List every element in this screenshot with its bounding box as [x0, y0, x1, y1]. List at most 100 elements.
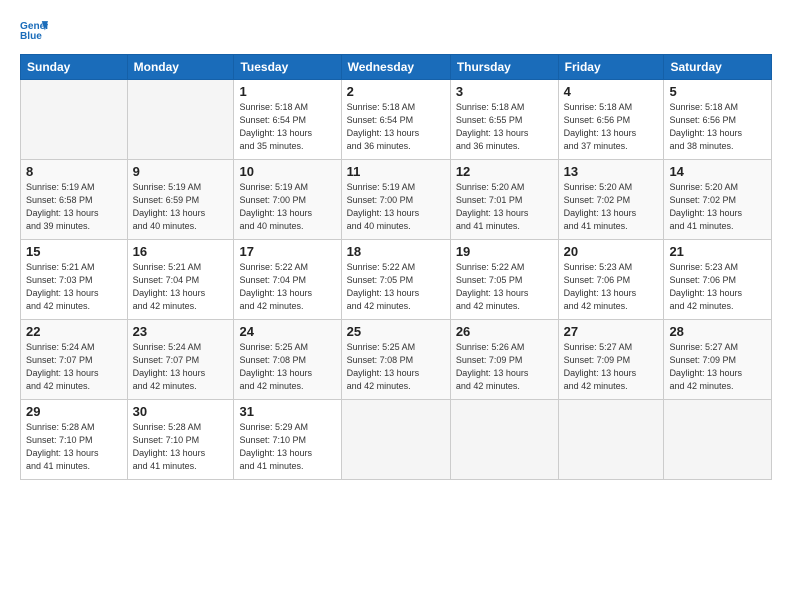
day-number: 24	[239, 324, 335, 339]
calendar-cell: 25 Sunrise: 5:25 AMSunset: 7:08 PMDaylig…	[341, 320, 450, 400]
calendar-header-row: SundayMondayTuesdayWednesdayThursdayFrid…	[21, 55, 772, 80]
calendar-header-wednesday: Wednesday	[341, 55, 450, 80]
calendar-cell: 10 Sunrise: 5:19 AMSunset: 7:00 PMDaylig…	[234, 160, 341, 240]
calendar-cell: 14 Sunrise: 5:20 AMSunset: 7:02 PMDaylig…	[664, 160, 772, 240]
calendar-week-0: 1 Sunrise: 5:18 AMSunset: 6:54 PMDayligh…	[21, 80, 772, 160]
calendar-cell: 19 Sunrise: 5:22 AMSunset: 7:05 PMDaylig…	[450, 240, 558, 320]
calendar-cell	[558, 400, 664, 480]
calendar-cell: 11 Sunrise: 5:19 AMSunset: 7:00 PMDaylig…	[341, 160, 450, 240]
day-info: Sunrise: 5:21 AMSunset: 7:04 PMDaylight:…	[133, 262, 206, 311]
calendar-cell: 18 Sunrise: 5:22 AMSunset: 7:05 PMDaylig…	[341, 240, 450, 320]
day-number: 17	[239, 244, 335, 259]
day-number: 10	[239, 164, 335, 179]
calendar-cell: 30 Sunrise: 5:28 AMSunset: 7:10 PMDaylig…	[127, 400, 234, 480]
day-number: 15	[26, 244, 122, 259]
day-info: Sunrise: 5:19 AMSunset: 7:00 PMDaylight:…	[347, 182, 420, 231]
calendar-cell: 13 Sunrise: 5:20 AMSunset: 7:02 PMDaylig…	[558, 160, 664, 240]
day-number: 2	[347, 84, 445, 99]
day-info: Sunrise: 5:19 AMSunset: 6:59 PMDaylight:…	[133, 182, 206, 231]
day-info: Sunrise: 5:19 AMSunset: 6:58 PMDaylight:…	[26, 182, 99, 231]
day-info: Sunrise: 5:25 AMSunset: 7:08 PMDaylight:…	[239, 342, 312, 391]
calendar-cell: 21 Sunrise: 5:23 AMSunset: 7:06 PMDaylig…	[664, 240, 772, 320]
calendar-cell: 22 Sunrise: 5:24 AMSunset: 7:07 PMDaylig…	[21, 320, 128, 400]
logo-icon: General Blue	[20, 18, 48, 46]
calendar-cell: 8 Sunrise: 5:19 AMSunset: 6:58 PMDayligh…	[21, 160, 128, 240]
calendar-cell	[127, 80, 234, 160]
calendar-week-2: 15 Sunrise: 5:21 AMSunset: 7:03 PMDaylig…	[21, 240, 772, 320]
calendar-cell	[21, 80, 128, 160]
header: General Blue	[20, 18, 772, 46]
day-info: Sunrise: 5:23 AMSunset: 7:06 PMDaylight:…	[669, 262, 742, 311]
day-number: 29	[26, 404, 122, 419]
calendar-cell	[450, 400, 558, 480]
calendar-cell: 9 Sunrise: 5:19 AMSunset: 6:59 PMDayligh…	[127, 160, 234, 240]
day-number: 26	[456, 324, 553, 339]
calendar-cell: 28 Sunrise: 5:27 AMSunset: 7:09 PMDaylig…	[664, 320, 772, 400]
calendar-header-monday: Monday	[127, 55, 234, 80]
day-number: 3	[456, 84, 553, 99]
calendar-week-1: 8 Sunrise: 5:19 AMSunset: 6:58 PMDayligh…	[21, 160, 772, 240]
day-number: 8	[26, 164, 122, 179]
day-number: 28	[669, 324, 766, 339]
day-info: Sunrise: 5:27 AMSunset: 7:09 PMDaylight:…	[564, 342, 637, 391]
day-number: 20	[564, 244, 659, 259]
calendar-cell: 20 Sunrise: 5:23 AMSunset: 7:06 PMDaylig…	[558, 240, 664, 320]
day-info: Sunrise: 5:27 AMSunset: 7:09 PMDaylight:…	[669, 342, 742, 391]
calendar-header-saturday: Saturday	[664, 55, 772, 80]
calendar-table: SundayMondayTuesdayWednesdayThursdayFrid…	[20, 54, 772, 480]
day-number: 21	[669, 244, 766, 259]
day-info: Sunrise: 5:20 AMSunset: 7:02 PMDaylight:…	[669, 182, 742, 231]
calendar-cell: 26 Sunrise: 5:26 AMSunset: 7:09 PMDaylig…	[450, 320, 558, 400]
day-info: Sunrise: 5:28 AMSunset: 7:10 PMDaylight:…	[133, 422, 206, 471]
day-info: Sunrise: 5:19 AMSunset: 7:00 PMDaylight:…	[239, 182, 312, 231]
day-info: Sunrise: 5:21 AMSunset: 7:03 PMDaylight:…	[26, 262, 99, 311]
logo: General Blue	[20, 18, 48, 46]
calendar-cell: 17 Sunrise: 5:22 AMSunset: 7:04 PMDaylig…	[234, 240, 341, 320]
day-info: Sunrise: 5:24 AMSunset: 7:07 PMDaylight:…	[26, 342, 99, 391]
calendar-cell: 4 Sunrise: 5:18 AMSunset: 6:56 PMDayligh…	[558, 80, 664, 160]
calendar-cell	[664, 400, 772, 480]
calendar-cell: 12 Sunrise: 5:20 AMSunset: 7:01 PMDaylig…	[450, 160, 558, 240]
day-number: 12	[456, 164, 553, 179]
day-number: 18	[347, 244, 445, 259]
day-info: Sunrise: 5:26 AMSunset: 7:09 PMDaylight:…	[456, 342, 529, 391]
day-number: 5	[669, 84, 766, 99]
calendar-cell: 1 Sunrise: 5:18 AMSunset: 6:54 PMDayligh…	[234, 80, 341, 160]
day-info: Sunrise: 5:29 AMSunset: 7:10 PMDaylight:…	[239, 422, 312, 471]
day-info: Sunrise: 5:22 AMSunset: 7:04 PMDaylight:…	[239, 262, 312, 311]
calendar-week-3: 22 Sunrise: 5:24 AMSunset: 7:07 PMDaylig…	[21, 320, 772, 400]
calendar-cell: 15 Sunrise: 5:21 AMSunset: 7:03 PMDaylig…	[21, 240, 128, 320]
day-number: 4	[564, 84, 659, 99]
calendar-cell: 2 Sunrise: 5:18 AMSunset: 6:54 PMDayligh…	[341, 80, 450, 160]
calendar-cell: 5 Sunrise: 5:18 AMSunset: 6:56 PMDayligh…	[664, 80, 772, 160]
calendar-cell: 24 Sunrise: 5:25 AMSunset: 7:08 PMDaylig…	[234, 320, 341, 400]
day-number: 23	[133, 324, 229, 339]
day-number: 30	[133, 404, 229, 419]
svg-text:Blue: Blue	[20, 31, 42, 42]
calendar-header-friday: Friday	[558, 55, 664, 80]
day-number: 9	[133, 164, 229, 179]
day-info: Sunrise: 5:20 AMSunset: 7:02 PMDaylight:…	[564, 182, 637, 231]
day-info: Sunrise: 5:18 AMSunset: 6:54 PMDaylight:…	[239, 102, 312, 151]
day-number: 16	[133, 244, 229, 259]
day-info: Sunrise: 5:20 AMSunset: 7:01 PMDaylight:…	[456, 182, 529, 231]
day-number: 27	[564, 324, 659, 339]
calendar-header-tuesday: Tuesday	[234, 55, 341, 80]
day-info: Sunrise: 5:18 AMSunset: 6:55 PMDaylight:…	[456, 102, 529, 151]
calendar-cell: 16 Sunrise: 5:21 AMSunset: 7:04 PMDaylig…	[127, 240, 234, 320]
day-info: Sunrise: 5:18 AMSunset: 6:56 PMDaylight:…	[564, 102, 637, 151]
calendar-week-4: 29 Sunrise: 5:28 AMSunset: 7:10 PMDaylig…	[21, 400, 772, 480]
day-number: 22	[26, 324, 122, 339]
calendar-cell: 29 Sunrise: 5:28 AMSunset: 7:10 PMDaylig…	[21, 400, 128, 480]
calendar-cell: 3 Sunrise: 5:18 AMSunset: 6:55 PMDayligh…	[450, 80, 558, 160]
day-number: 11	[347, 164, 445, 179]
page: General Blue SundayMondayTuesdayWednesda…	[0, 0, 792, 612]
calendar-header-thursday: Thursday	[450, 55, 558, 80]
day-number: 1	[239, 84, 335, 99]
calendar-cell: 27 Sunrise: 5:27 AMSunset: 7:09 PMDaylig…	[558, 320, 664, 400]
calendar-header-sunday: Sunday	[21, 55, 128, 80]
day-number: 13	[564, 164, 659, 179]
day-number: 31	[239, 404, 335, 419]
day-info: Sunrise: 5:25 AMSunset: 7:08 PMDaylight:…	[347, 342, 420, 391]
calendar-cell: 31 Sunrise: 5:29 AMSunset: 7:10 PMDaylig…	[234, 400, 341, 480]
